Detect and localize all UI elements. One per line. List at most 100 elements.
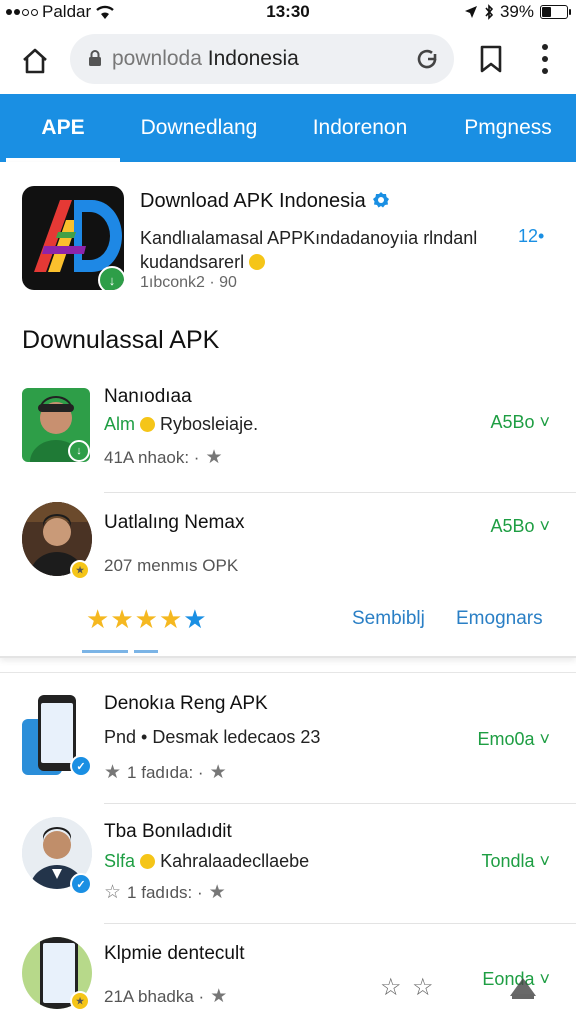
rating-link-2[interactable]: Emognars xyxy=(456,608,543,630)
rating-star-icon[interactable]: ★ xyxy=(159,604,183,634)
app-subtitle-green: Slfa xyxy=(104,851,136,871)
featured-meta: 1ıbconk2 · 90 xyxy=(140,274,237,291)
emoji-icon xyxy=(249,254,266,270)
app-thumbnail: ✓ xyxy=(22,693,92,779)
list-item[interactable]: ✓ Tba Bonıladıdit Slfa Kahralaadecllaebe… xyxy=(0,817,576,923)
app-meta: 21A bhadka · ★ xyxy=(104,985,227,1008)
chevron-down-icon: ˅ xyxy=(534,851,550,871)
tab-label: Indorenon xyxy=(312,116,408,139)
list-item[interactable]: ★ Klpmie dentecult 21A bhadka · ★ ☆ ☆ Eon… xyxy=(0,935,576,1027)
app-thumbnail: ↓ xyxy=(22,388,90,462)
app-meta-text: 41A nhaok: · xyxy=(104,447,200,467)
chevron-down-icon: ˅ xyxy=(534,516,550,536)
phone-screen xyxy=(43,943,75,1003)
status-bar: Paldar 13:30 39% xyxy=(0,0,576,26)
home-icon[interactable] xyxy=(20,46,50,76)
list-item[interactable]: ✓ Denokıa Reng APK Pnd • Desmak ledecaos… xyxy=(0,689,576,801)
app-logo[interactable]: ↓ xyxy=(22,186,124,290)
verified-icon xyxy=(372,192,389,208)
chevron-down-icon: ˅ xyxy=(534,412,550,432)
list-item[interactable]: ↓ Nanıodıaa Alm Rybosleiaje. 41A nhaok: … xyxy=(0,382,576,494)
app-action-label: Emo0a xyxy=(477,729,535,749)
featured-title-text: Download APK Indonesia xyxy=(140,190,366,212)
verified-badge-icon: ✓ xyxy=(70,873,92,895)
url-main: Indonesia xyxy=(207,47,299,70)
category-tabs: APE Downedlang Indorenon Pmgness xyxy=(0,94,576,162)
rating-star-icon[interactable]: ★ xyxy=(110,604,134,634)
download-badge-icon: ↓ xyxy=(68,440,90,462)
browser-toolbar: pownloda Indonesia xyxy=(0,28,576,92)
app-subtitle: Pnd • Desmak ledecaos 23 xyxy=(104,727,321,747)
featured-description-line: kudandsarerl xyxy=(140,252,245,272)
emoji-icon xyxy=(140,854,156,869)
app-meta-text: 207 menmıs OPK xyxy=(104,556,239,575)
more-icon[interactable] xyxy=(538,42,552,76)
star-outline-icon[interactable]: ☆ xyxy=(380,973,402,1002)
app-subtitle: Slfa Kahralaadecllaebe xyxy=(104,851,309,872)
app-action-label: Tondla xyxy=(481,851,535,871)
location-arrow-icon xyxy=(464,6,477,18)
divider xyxy=(104,803,576,804)
rating-link-1[interactable]: Sembiblj xyxy=(352,608,425,630)
star-icon: ★ xyxy=(104,762,122,783)
featured-title[interactable]: Download APK Indonesia xyxy=(140,190,390,213)
star-badge-icon: ★ xyxy=(70,560,90,580)
featured-description: Kandlıalamasal APPKındadanoyıia rlndanl k… xyxy=(140,226,500,274)
star-icon: ★ xyxy=(210,986,228,1007)
tab-downedlang[interactable]: Downedlang xyxy=(128,94,270,162)
tab-ape[interactable]: APE xyxy=(6,94,120,162)
tab-pmgness[interactable]: Pmgness xyxy=(446,94,570,162)
featured-card: ↓ Download APK Indonesia Kandlıalamasal … xyxy=(0,162,576,658)
phone-screen xyxy=(41,703,73,763)
url-prefix: pownloda xyxy=(112,47,202,70)
app-action-label: A5Bo xyxy=(490,516,535,536)
list-item[interactable]: ★ Uatlalıng Nemax 207 menmıs OPK A5Bo ˅ xyxy=(0,502,576,598)
app-meta: ☆ 1 fadıds: · ★ xyxy=(104,881,226,904)
app-name: Klpmie dentecult xyxy=(104,943,245,964)
app-meta-text: 1 fadıda: · xyxy=(127,762,204,782)
chevron-down-icon: ˅ xyxy=(534,729,550,749)
battery-fill xyxy=(542,7,551,17)
tab-label: Pmgness xyxy=(464,116,552,139)
app-action-button[interactable]: Emo0a ˅ xyxy=(477,729,550,750)
app-name: Denokıa Reng APK xyxy=(104,693,268,714)
lock-icon xyxy=(89,50,101,66)
battery-icon xyxy=(540,5,571,19)
rating-stars[interactable]: ★★★★★ xyxy=(86,604,208,635)
app-action-button[interactable]: A5Bo ˅ xyxy=(490,412,550,433)
app-meta: 41A nhaok: · ★ xyxy=(104,446,223,469)
tab-label: APE xyxy=(41,116,85,139)
featured-count[interactable]: 12• xyxy=(518,226,544,247)
app-name: Uatlalıng Nemax xyxy=(104,512,245,533)
app-subtitle-text: Rybosleiaje. xyxy=(160,414,259,434)
featured-description-line: Kandlıalamasal APPKındadanoyıia rlndanl xyxy=(140,228,478,248)
bluetooth-icon xyxy=(485,4,494,20)
bookmark-icon[interactable] xyxy=(478,44,504,74)
app-action-button[interactable]: Tondla ˅ xyxy=(481,851,550,872)
home-float-icon[interactable] xyxy=(508,972,538,1000)
tab-label: Downedlang xyxy=(140,116,258,139)
reload-icon[interactable] xyxy=(414,46,440,72)
app-subtitle-green: Alm xyxy=(104,414,135,434)
rating-star-icon[interactable]: ★ xyxy=(183,604,207,634)
rating-star-icon[interactable]: ★ xyxy=(86,604,110,634)
tab-indicator xyxy=(134,650,158,653)
app-meta: 207 menmıs OPK xyxy=(104,556,238,576)
phone-icon xyxy=(38,695,76,771)
app-subtitle-text: Kahralaadecllaebe xyxy=(160,851,310,871)
url-bar[interactable]: pownloda Indonesia xyxy=(70,34,454,84)
verified-badge-icon: ✓ xyxy=(70,755,92,777)
app-list-card: ✓ Denokıa Reng APK Pnd • Desmak ledecaos… xyxy=(0,672,576,1025)
star-icon: ★ xyxy=(208,882,226,903)
star-outline-icon[interactable]: ☆ xyxy=(412,973,434,1002)
app-action-label: A5Bo xyxy=(490,412,535,432)
app-action-button[interactable]: A5Bo ˅ xyxy=(490,516,550,537)
star-icon: ★ xyxy=(209,762,227,783)
star-icon: ☆ xyxy=(104,882,122,903)
tab-indicator xyxy=(82,650,128,653)
rating-star-icon[interactable]: ★ xyxy=(135,604,159,634)
app-name: Nanıodıaa xyxy=(104,386,192,407)
tab-indorenon[interactable]: Indorenon xyxy=(290,94,430,162)
divider xyxy=(104,492,576,493)
battery-percent: 39% xyxy=(499,2,534,21)
